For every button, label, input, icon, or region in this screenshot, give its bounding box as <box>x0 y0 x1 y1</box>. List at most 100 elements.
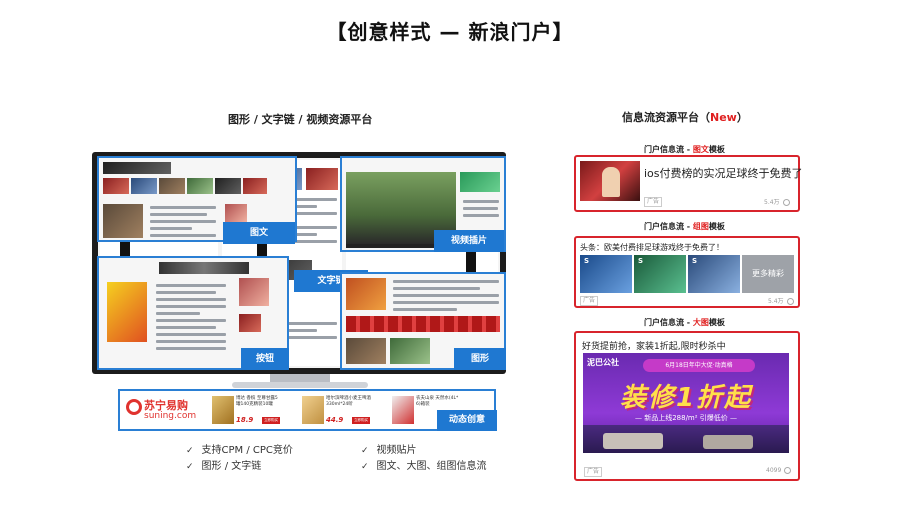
new-badge: New <box>710 111 737 124</box>
image-text-highlight[interactable]: 图文 <box>97 156 297 244</box>
video-side-thumb <box>460 172 500 192</box>
card-heading-image-text: 门户信息流 - 图文模板 <box>644 144 725 155</box>
gallery-image[interactable]: S <box>688 255 740 293</box>
ad-tag: 广告 <box>580 296 599 306</box>
button-label: 按钮 <box>241 348 289 370</box>
graphic-highlight[interactable]: 图形 <box>340 272 506 370</box>
card-heading-gallery: 门户信息流 - 组图模板 <box>644 221 725 232</box>
right-title-suffix: ） <box>736 111 748 124</box>
hl-thumb <box>103 178 129 194</box>
feature-item: ✓ 图文、大图、组图信息流 <box>361 457 487 472</box>
buy-button[interactable]: 立即购买 <box>352 417 370 424</box>
card-meta: 4099 <box>766 467 792 474</box>
feature-text: 视频贴片 <box>376 445 417 456</box>
card-head-prefix: 门户信息流 - <box>644 145 693 154</box>
gallery-image[interactable]: S <box>634 255 686 293</box>
hl-thumb <box>243 178 267 194</box>
hl-thumb <box>225 204 247 222</box>
hl-thumb <box>215 178 241 194</box>
hl-thumb <box>346 338 386 364</box>
product-price: 44.9 <box>326 416 344 424</box>
product-text: 哈尔滨啤酒小麦王啤酒 330ml*24听 <box>326 396 371 407</box>
suning-brand-en: suning.com <box>144 411 197 421</box>
page-thumb <box>306 168 338 190</box>
suning-logo[interactable]: 苏宁易购 suning.com <box>124 395 196 425</box>
banner-product[interactable]: 哈尔滨啤酒小麦王啤酒 330ml*24听 44.9 立即购买 <box>302 396 372 426</box>
card-head-suffix: 模板 <box>708 318 725 327</box>
video-highlight[interactable]: 视频插片 <box>340 156 506 252</box>
card-head-type: 图文 <box>692 145 709 154</box>
card-head-suffix: 模板 <box>708 222 725 231</box>
feature-item: ✓ 支持CPM / CPC竞价 <box>186 441 293 456</box>
card-title[interactable]: 好货提前抢，家装1折起,限时秒杀中 <box>582 339 726 352</box>
hl-thumb <box>159 262 249 274</box>
more-icon[interactable] <box>784 467 792 474</box>
card-head-type: 大图 <box>692 318 709 327</box>
left-section-title: 图形 / 文字链 / 视频资源平台 <box>228 113 373 126</box>
ad-tag: 广告 <box>584 467 603 477</box>
hl-thumb <box>239 278 269 306</box>
image-text-label: 图文 <box>223 222 295 244</box>
card-head-prefix: 门户信息流 - <box>644 222 693 231</box>
feature-item: ✓ 图形 / 文字链 <box>186 457 261 472</box>
hl-text <box>151 280 231 350</box>
hl-thumb <box>390 338 430 364</box>
more-icon[interactable] <box>786 298 794 305</box>
banner-product[interactable]: 博达 香槟 至尊甘露5 罐140克精装10罐 18.9 立即购买 <box>212 396 282 426</box>
ad-tag: 广告 <box>644 197 663 207</box>
card-thumbnail <box>580 161 640 201</box>
graphic-label: 图形 <box>454 348 506 370</box>
view-count: 5.4万 <box>764 199 780 206</box>
hl-thumb <box>103 162 171 174</box>
product-image <box>212 396 234 424</box>
banner-date: 6月18日年中大促·动真格 <box>643 359 755 372</box>
gallery-image[interactable]: S <box>580 255 632 293</box>
product-text: 博达 香槟 至尊甘露5 罐140克精装10罐 <box>236 396 278 407</box>
feed-card-image-text[interactable]: ios付费榜的实况足球终于免费了 广告 5.4万 <box>574 155 803 212</box>
check-icon: ✓ <box>361 462 369 472</box>
feature-text: 图形 / 文字链 <box>201 461 262 472</box>
product-price: 18.9 <box>236 416 254 424</box>
button-highlight[interactable]: 按钮 <box>97 256 289 370</box>
feature-text: 图文、大图、组图信息流 <box>376 461 487 472</box>
check-icon: ✓ <box>186 462 194 472</box>
feed-card-large-image[interactable]: 好货提前抢，家装1折起,限时秒杀中 泥巴公社 6月18日年中大促·动真格 装修1… <box>574 331 800 481</box>
more-icon[interactable] <box>782 199 790 206</box>
feature-text: 支持CPM / CPC竞价 <box>201 445 293 456</box>
monitor-stand <box>270 374 330 382</box>
hl-thumb <box>346 278 386 310</box>
feature-item: ✓ 视频贴片 <box>361 441 417 456</box>
video-side-text <box>458 196 504 217</box>
hl-thumb <box>187 178 213 194</box>
large-ad-image[interactable]: 泥巴公社 6月18日年中大促·动真格 装修1折起 — 新品上线288/m² 引爆… <box>583 353 789 453</box>
card-head-type: 组图 <box>692 222 709 231</box>
connector <box>466 249 476 273</box>
product-image <box>392 396 414 424</box>
hl-thumb <box>103 204 143 238</box>
feed-card-gallery[interactable]: 头条：欧美付费排足球游戏终于免费了！ S S S 更多精彩 广告 5.4万 <box>574 236 800 308</box>
right-title-prefix: 信息流资源平台（ <box>622 111 710 124</box>
sofa-shape <box>603 433 663 449</box>
banner-headline: 装修1折起 <box>619 383 753 413</box>
hl-thumb <box>239 314 261 332</box>
video-label: 视频插片 <box>434 230 504 252</box>
hl-text <box>145 202 221 237</box>
check-icon: ✓ <box>361 446 369 456</box>
product-image <box>302 396 324 424</box>
card-title[interactable]: ios付费榜的实况足球终于免费了 <box>644 165 803 181</box>
product-text: 农夫山泉 天然水(4L* 6)箱装 <box>416 396 459 407</box>
monitor-base <box>232 382 368 388</box>
card-meta: 5.4万 <box>764 197 790 206</box>
sale-thumb <box>107 282 147 342</box>
banner-subline: — 新品上线288/m² 引爆低价 — <box>634 414 738 422</box>
graphic-ad-strip[interactable] <box>346 316 500 332</box>
card-title[interactable]: 头条：欧美付费排足球游戏终于免费了！ <box>580 242 724 253</box>
more-button[interactable]: 更多精彩 <box>742 255 794 293</box>
banner-brand: 泥巴公社 <box>587 358 619 367</box>
view-count: 5.4万 <box>768 298 784 305</box>
check-icon: ✓ <box>186 446 194 456</box>
card-heading-large-image: 门户信息流 - 大图模板 <box>644 317 725 328</box>
card-head-suffix: 模板 <box>708 145 725 154</box>
view-count: 4099 <box>766 467 782 474</box>
buy-button[interactable]: 立即购买 <box>262 417 280 424</box>
